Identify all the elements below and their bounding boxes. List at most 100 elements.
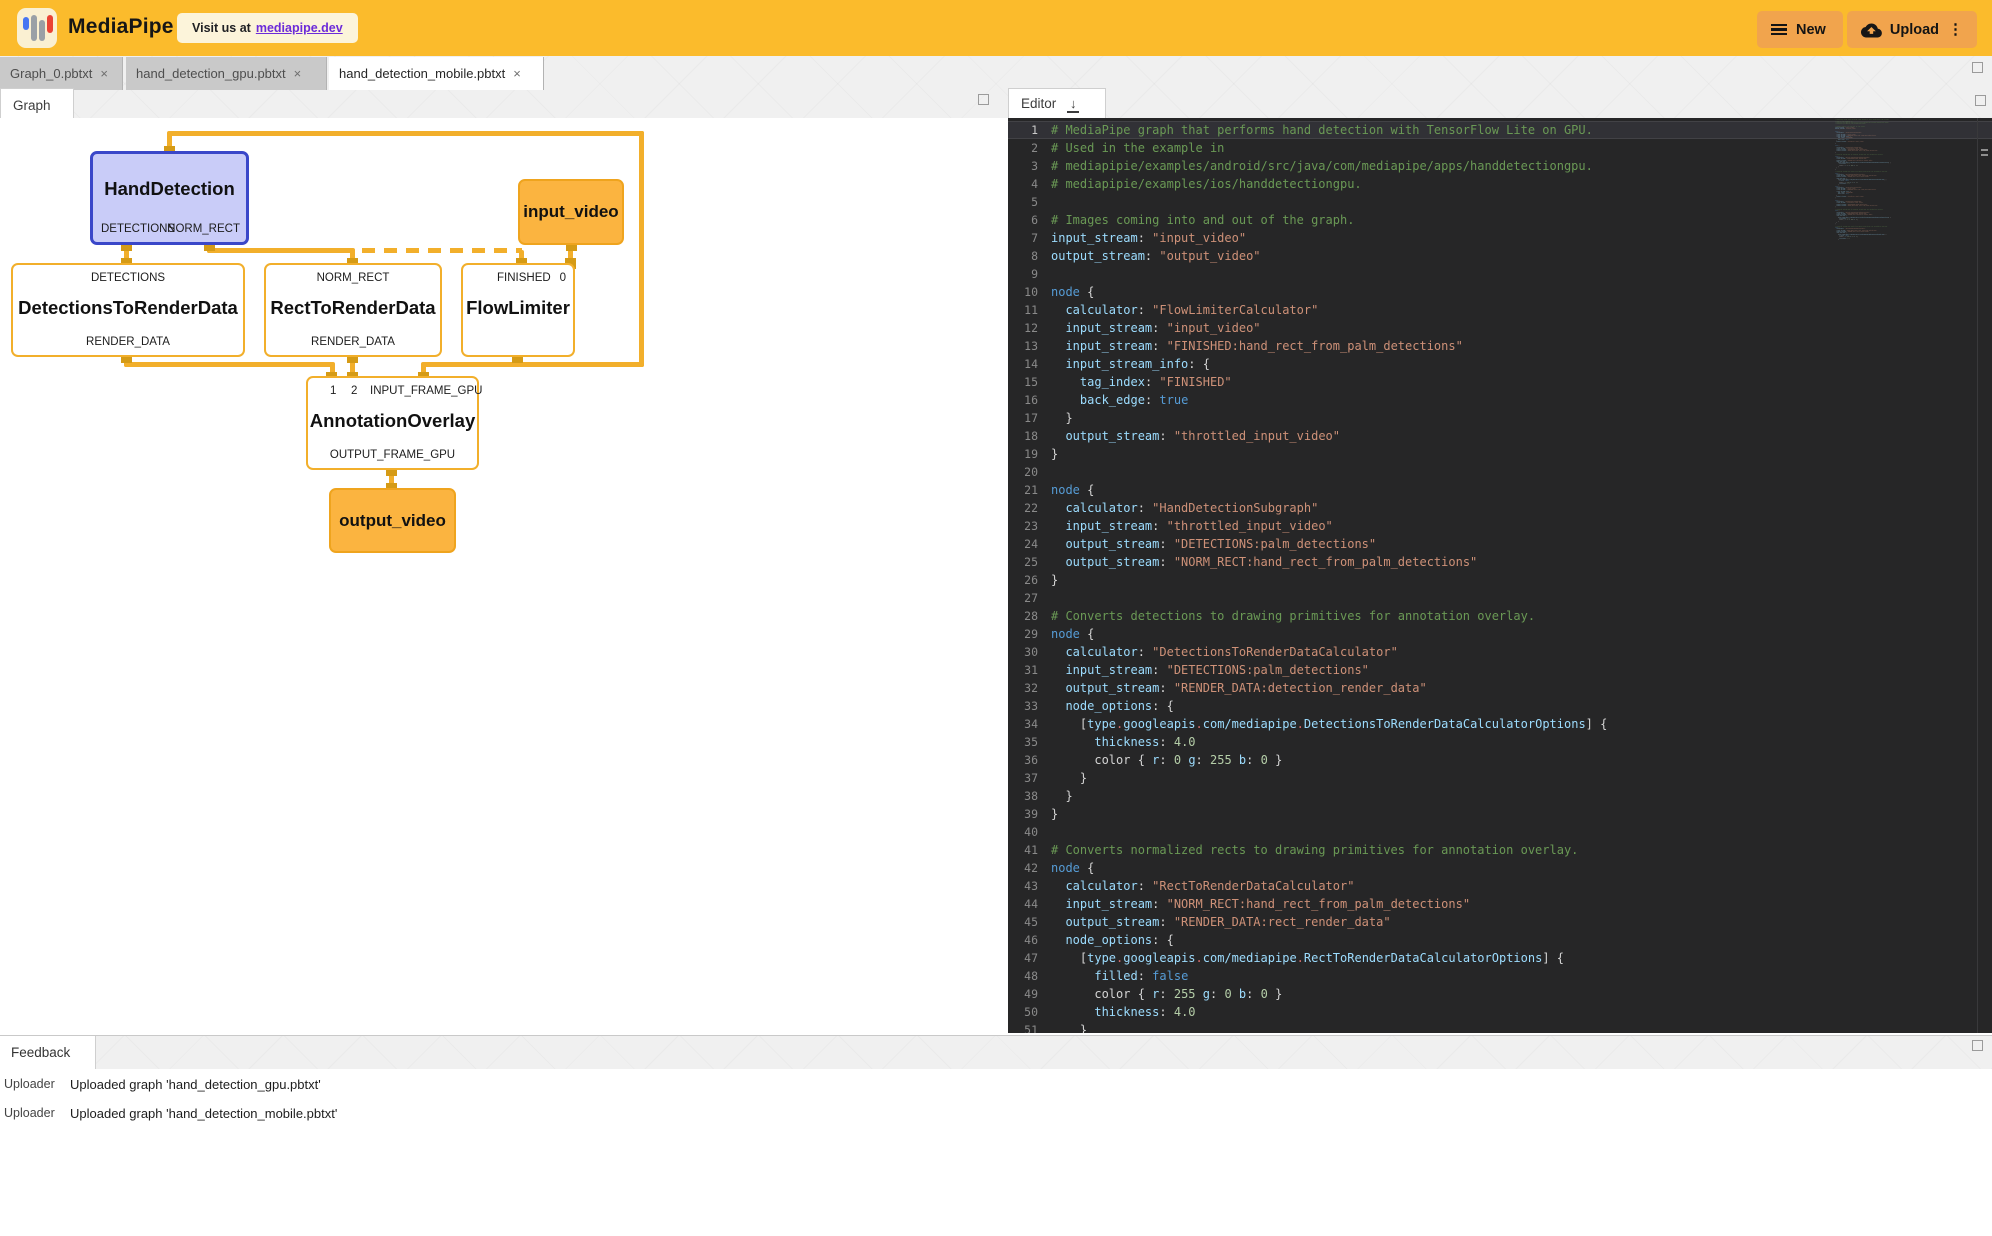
graph-canvas[interactable]: HandDetection DETECTIONS NORM_RECT input… bbox=[0, 118, 1008, 1035]
mediapipe-dev-link[interactable]: mediapipe.dev bbox=[256, 21, 343, 35]
node-hand-detection[interactable]: HandDetection DETECTIONS NORM_RECT bbox=[90, 151, 249, 245]
output-port-label: RENDER_DATA bbox=[13, 336, 243, 348]
file-tab-label: hand_detection_mobile.pbtxt bbox=[339, 66, 505, 81]
line-number: 41 bbox=[1008, 841, 1038, 859]
node-input-video[interactable]: input_video bbox=[518, 179, 624, 245]
feedback-tab-label: Feedback bbox=[11, 1045, 70, 1060]
feedback-entry: UploaderUploaded graph 'hand_detection_g… bbox=[0, 1077, 321, 1092]
wire-flowlimiter-to-overlay-across bbox=[421, 362, 520, 367]
code-line: 39} bbox=[1008, 805, 1992, 823]
line-number: 11 bbox=[1008, 301, 1038, 319]
line-number: 4 bbox=[1008, 175, 1038, 193]
upload-button[interactable]: Upload ⋮ bbox=[1847, 11, 1977, 48]
code-line: 50 thickness: 4.0 bbox=[1008, 1003, 1992, 1021]
download-icon[interactable]: ↓ bbox=[1066, 99, 1080, 109]
node-title: HandDetection bbox=[93, 178, 246, 200]
feedback-message: Uploaded graph 'hand_detection_gpu.pbtxt… bbox=[70, 1077, 321, 1092]
kebab-menu-icon[interactable]: ⋮ bbox=[1948, 22, 1963, 37]
node-title: AnnotationOverlay bbox=[308, 410, 477, 432]
line-number: 2 bbox=[1008, 139, 1038, 157]
overview-ruler-mark bbox=[1981, 154, 1988, 156]
file-tab-bar: Graph_0.pbtxt×hand_detection_gpu.pbtxt×h… bbox=[0, 56, 1992, 90]
line-number: 39 bbox=[1008, 805, 1038, 823]
line-number: 49 bbox=[1008, 985, 1038, 1003]
mediapipe-visualizer-app: MediaPipe Visit us at mediapipe.dev New … bbox=[0, 0, 1992, 1236]
file-tab[interactable]: hand_detection_gpu.pbtxt× bbox=[126, 57, 327, 90]
code-line: 24 output_stream: "DETECTIONS:palm_detec… bbox=[1008, 535, 1992, 553]
close-tab-icon[interactable]: × bbox=[100, 66, 108, 81]
line-number: 38 bbox=[1008, 787, 1038, 805]
feedback-source: Uploader bbox=[0, 1077, 70, 1092]
feedback-entry: UploaderUploaded graph 'hand_detection_m… bbox=[0, 1106, 337, 1121]
input-port-label: INPUT_FRAME_GPU bbox=[370, 385, 482, 397]
input-port-label: 1 bbox=[330, 385, 336, 397]
code-line: 45 output_stream: "RENDER_DATA:rect_rend… bbox=[1008, 913, 1992, 931]
expand-feedback-icon[interactable] bbox=[1972, 1040, 1983, 1051]
code-line: 21node { bbox=[1008, 481, 1992, 499]
wire-renderdata1-across bbox=[124, 362, 335, 367]
line-number: 42 bbox=[1008, 859, 1038, 877]
code-line: 22 calculator: "HandDetectionSubgraph" bbox=[1008, 499, 1992, 517]
wire-backedge-dashed bbox=[362, 248, 522, 253]
code-editor[interactable]: 1# MediaPipe graph that performs hand de… bbox=[1008, 118, 1992, 1033]
tab-feedback[interactable]: Feedback bbox=[0, 1036, 96, 1070]
input-port-label: FINISHED bbox=[497, 272, 551, 284]
line-number: 17 bbox=[1008, 409, 1038, 427]
node-flow-limiter[interactable]: FINISHED 0 FlowLimiter bbox=[461, 263, 575, 357]
line-number: 45 bbox=[1008, 913, 1038, 931]
app-header: MediaPipe Visit us at mediapipe.dev New … bbox=[0, 0, 1992, 56]
node-detections-to-render-data[interactable]: DETECTIONS DetectionsToRenderData RENDER… bbox=[11, 263, 245, 357]
visit-us-text: Visit us at bbox=[192, 21, 251, 35]
overview-ruler-mark bbox=[1981, 149, 1988, 151]
feedback-log: UploaderUploaded graph 'hand_detection_g… bbox=[0, 1069, 1992, 1236]
line-number: 12 bbox=[1008, 319, 1038, 337]
line-number: 8 bbox=[1008, 247, 1038, 265]
code-line: 41# Converts normalized rects to drawing… bbox=[1008, 841, 1992, 859]
code-line: 36 color { r: 0 g: 255 b: 0 } bbox=[1008, 751, 1992, 769]
code-line: 40 bbox=[1008, 823, 1992, 841]
line-number: 15 bbox=[1008, 373, 1038, 391]
line-number: 7 bbox=[1008, 229, 1038, 247]
line-number: 18 bbox=[1008, 427, 1038, 445]
input-port-label: 0 bbox=[560, 272, 566, 284]
expand-editor-panel-icon[interactable] bbox=[1975, 95, 1986, 106]
code-line: 37 } bbox=[1008, 769, 1992, 787]
node-output-video[interactable]: output_video bbox=[329, 488, 456, 553]
line-number: 26 bbox=[1008, 571, 1038, 589]
expand-tabs-icon[interactable] bbox=[1972, 62, 1983, 73]
new-button[interactable]: New bbox=[1757, 11, 1843, 48]
line-number: 21 bbox=[1008, 481, 1038, 499]
code-line: 28# Converts detections to drawing primi… bbox=[1008, 607, 1992, 625]
line-number: 22 bbox=[1008, 499, 1038, 517]
editor-scrollbar-track[interactable] bbox=[1977, 118, 1978, 1033]
file-tab[interactable]: hand_detection_mobile.pbtxt × bbox=[329, 57, 544, 90]
line-number: 5 bbox=[1008, 193, 1038, 211]
file-tab[interactable]: Graph_0.pbtxt× bbox=[0, 57, 123, 90]
editor-minimap[interactable]: # MediaPipe graph that performs hand det… bbox=[1835, 119, 1945, 439]
tab-graph[interactable]: Graph bbox=[0, 88, 74, 122]
code-line: 35 thickness: 4.0 bbox=[1008, 733, 1992, 751]
node-rect-to-render-data[interactable]: NORM_RECT RectToRenderData RENDER_DATA bbox=[264, 263, 442, 357]
line-number: 43 bbox=[1008, 877, 1038, 895]
output-port-label: RENDER_DATA bbox=[266, 336, 440, 348]
visit-us-pill: Visit us at mediapipe.dev bbox=[177, 13, 358, 43]
tab-editor[interactable]: Editor ↓ bbox=[1008, 88, 1106, 118]
feedback-source: Uploader bbox=[0, 1106, 70, 1121]
code-line: 51 } bbox=[1008, 1021, 1992, 1033]
node-title: RectToRenderData bbox=[266, 297, 440, 319]
line-number: 50 bbox=[1008, 1003, 1038, 1021]
line-number: 13 bbox=[1008, 337, 1038, 355]
close-tab-icon[interactable]: × bbox=[513, 66, 521, 81]
wire-throttled-loop-right bbox=[639, 131, 644, 367]
line-number: 40 bbox=[1008, 823, 1038, 841]
graph-tab-label: Graph bbox=[13, 98, 51, 113]
code-line: 19} bbox=[1008, 445, 1992, 463]
input-port-label: 2 bbox=[351, 385, 357, 397]
expand-graph-panel-icon[interactable] bbox=[978, 94, 989, 105]
close-tab-icon[interactable]: × bbox=[294, 66, 302, 81]
line-number: 48 bbox=[1008, 967, 1038, 985]
node-annotation-overlay[interactable]: 1 2 INPUT_FRAME_GPU AnnotationOverlay OU… bbox=[306, 376, 479, 470]
panel-tab-row: Graph Editor ↓ bbox=[0, 90, 1992, 118]
code-line: 33 node_options: { bbox=[1008, 697, 1992, 715]
code-line: 23 input_stream: "throttled_input_video" bbox=[1008, 517, 1992, 535]
